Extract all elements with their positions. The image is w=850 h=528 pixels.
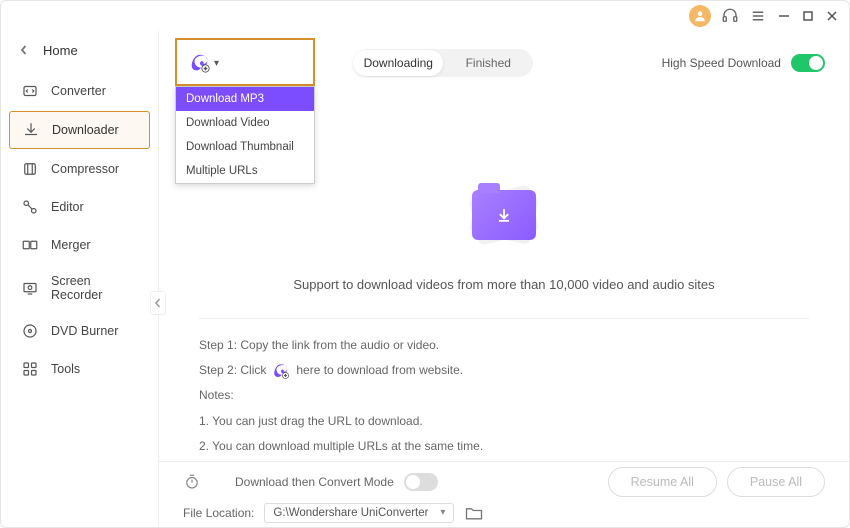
download-tabs: Downloading Finished bbox=[353, 49, 533, 77]
merger-icon bbox=[21, 236, 39, 254]
sidebar-item-label: Downloader bbox=[52, 123, 119, 137]
convert-mode-toggle[interactable] bbox=[404, 473, 438, 491]
titlebar bbox=[1, 1, 849, 31]
app-logo-small-icon bbox=[272, 362, 290, 380]
home-label: Home bbox=[43, 43, 78, 58]
step1-text: Step 1: Copy the link from the audio or … bbox=[199, 336, 439, 355]
note1-text: 1. You can just drag the URL to download… bbox=[199, 412, 423, 431]
sidebar-collapse-button[interactable] bbox=[150, 291, 166, 315]
high-speed-label: High Speed Download bbox=[662, 56, 781, 70]
screen-recorder-icon bbox=[21, 279, 39, 297]
sidebar-item-label: Compressor bbox=[51, 162, 119, 176]
sidebar-item-downloader[interactable]: Downloader bbox=[9, 111, 150, 149]
sidebar-item-screen-recorder[interactable]: Screen Recorder bbox=[9, 265, 150, 311]
file-location-label: File Location: bbox=[183, 506, 254, 520]
chevron-down-icon: ▾ bbox=[440, 507, 445, 518]
converter-icon bbox=[21, 82, 39, 100]
tab-downloading[interactable]: Downloading bbox=[353, 50, 443, 76]
sidebar-item-dvd-burner[interactable]: DVD Burner bbox=[9, 313, 150, 349]
add-download-button[interactable]: ▾ bbox=[183, 48, 225, 78]
download-type-dropdown: Download MP3 Download Video Download Thu… bbox=[175, 86, 315, 184]
editor-icon bbox=[21, 198, 39, 216]
file-location-value: G:\Wondershare UniConverter bbox=[273, 507, 428, 519]
file-location-select[interactable]: G:\Wondershare UniConverter ▾ bbox=[264, 503, 454, 523]
sidebar-item-label: Editor bbox=[51, 200, 84, 214]
timer-icon[interactable] bbox=[183, 473, 201, 491]
menu-icon[interactable] bbox=[749, 7, 767, 25]
dropdown-item-mp3[interactable]: Download MP3 bbox=[176, 87, 314, 111]
high-speed-toggle[interactable] bbox=[791, 54, 825, 72]
dvd-burner-icon bbox=[21, 322, 39, 340]
pause-all-button[interactable]: Pause All bbox=[727, 467, 825, 497]
sidebar-item-merger[interactable]: Merger bbox=[9, 227, 150, 263]
sidebar: Home Converter Downloader Compressor bbox=[1, 31, 159, 527]
sidebar-item-converter[interactable]: Converter bbox=[9, 73, 150, 109]
convert-mode-label: Download then Convert Mode bbox=[235, 475, 394, 489]
notes-title: Notes: bbox=[199, 386, 234, 405]
user-avatar-icon[interactable] bbox=[689, 5, 711, 27]
headset-icon[interactable] bbox=[721, 7, 739, 25]
chevron-left-icon bbox=[19, 43, 29, 58]
step2-text-a: Step 2: Click bbox=[199, 361, 266, 380]
note2-text: 2. You can download multiple URLs at the… bbox=[199, 437, 483, 456]
browse-folder-button[interactable] bbox=[464, 504, 484, 522]
dropdown-item-thumbnail[interactable]: Download Thumbnail bbox=[176, 135, 314, 159]
footer: Download then Convert Mode Resume All Pa… bbox=[159, 461, 849, 527]
sidebar-item-tools[interactable]: Tools bbox=[9, 351, 150, 387]
maximize-button[interactable] bbox=[801, 9, 815, 23]
sidebar-item-compressor[interactable]: Compressor bbox=[9, 151, 150, 187]
downloader-icon bbox=[22, 121, 40, 139]
sidebar-item-label: Screen Recorder bbox=[51, 274, 138, 302]
tab-finished[interactable]: Finished bbox=[443, 50, 533, 76]
app-logo-icon bbox=[189, 52, 211, 74]
compressor-icon bbox=[21, 160, 39, 178]
sidebar-item-label: DVD Burner bbox=[51, 324, 118, 338]
sidebar-item-label: Converter bbox=[51, 84, 106, 98]
home-button[interactable]: Home bbox=[1, 37, 158, 72]
instructions: Step 1: Copy the link from the audio or … bbox=[199, 318, 809, 459]
topbar: ▾ Download MP3 Download Video Download T… bbox=[159, 31, 849, 95]
resume-all-button[interactable]: Resume All bbox=[608, 467, 717, 497]
sidebar-item-editor[interactable]: Editor bbox=[9, 189, 150, 225]
step2-text-b: here to download from website. bbox=[296, 361, 463, 380]
dropdown-item-video[interactable]: Download Video bbox=[176, 111, 314, 135]
minimize-button[interactable] bbox=[777, 9, 791, 23]
hero-text: Support to download videos from more tha… bbox=[293, 277, 714, 292]
download-illustration bbox=[444, 175, 564, 255]
close-button[interactable] bbox=[825, 9, 839, 23]
sidebar-item-label: Merger bbox=[51, 238, 91, 252]
dropdown-item-multiple[interactable]: Multiple URLs bbox=[176, 159, 314, 183]
sidebar-item-label: Tools bbox=[51, 362, 80, 376]
chevron-down-icon: ▾ bbox=[214, 58, 219, 69]
tools-icon bbox=[21, 360, 39, 378]
